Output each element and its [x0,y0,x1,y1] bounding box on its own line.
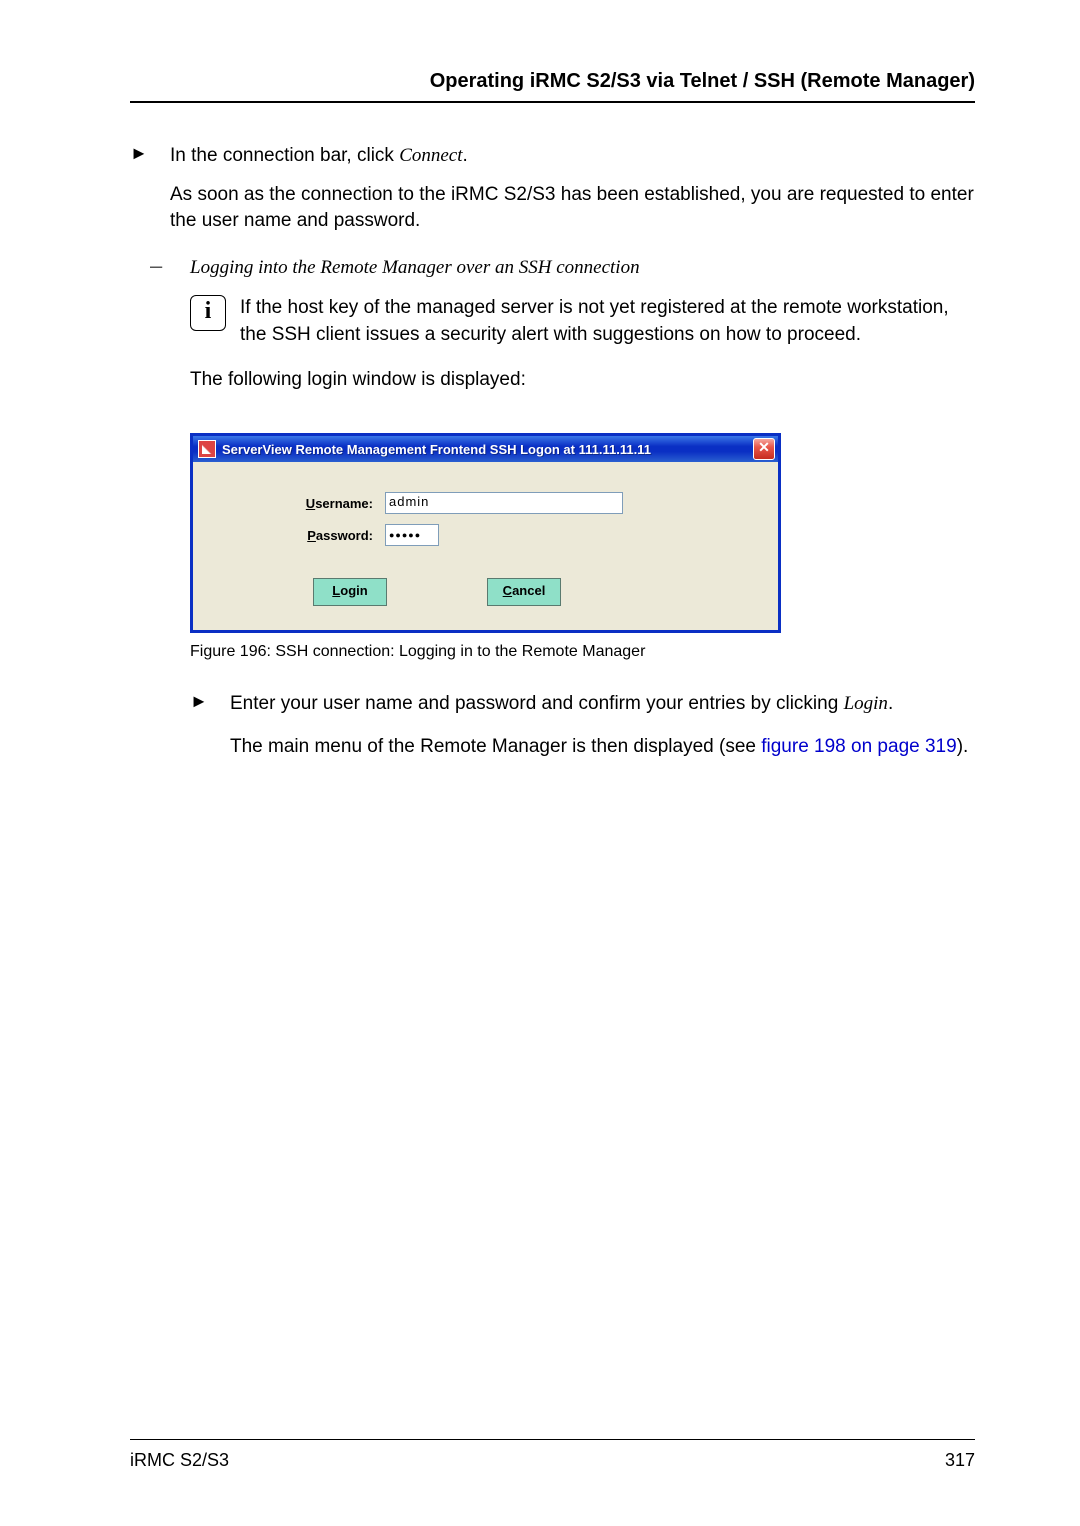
step-text: In the connection bar, click Connect. As… [170,143,975,235]
username-label: Username: [223,496,385,511]
password-label: Password: [223,528,385,543]
password-row: Password: ●●●●● [223,524,748,546]
step-text: Enter your user name and password and co… [230,691,975,760]
dialog-title-bar: ServerView Remote Management Frontend SS… [193,436,778,462]
cancel-button[interactable]: Cancel [487,578,561,606]
text: . [888,693,893,714]
figure-caption: Figure 196: SSH connection: Logging in t… [190,643,975,661]
figure-login-window: ServerView Remote Management Frontend SS… [190,433,975,661]
page-number: 317 [945,1450,975,1471]
app-icon [198,440,216,458]
subheading: Logging into the Remote Manager over an … [190,255,975,282]
text: In the connection bar, click [170,145,399,166]
step-enter-credentials: ► Enter your user name and password and … [190,691,975,760]
dialog-actions: Login Cancel [313,578,748,606]
dialog-body: Username: admin Password: ●●●●● Login Ca… [193,462,778,630]
paragraph: The following login window is displayed: [190,367,975,394]
connect-term: Connect [399,145,462,166]
text: Enter your user name and password and co… [230,693,844,714]
login-term: Login [844,693,888,714]
login-button[interactable]: Login [313,578,387,606]
info-icon: i [190,295,226,331]
text: ). [957,736,969,757]
info-text: If the host key of the managed server is… [240,295,975,348]
subsection: – Logging into the Remote Manager over a… [150,255,975,282]
dash-bullet-icon: – [150,255,190,282]
page-footer: iRMC S2/S3 317 [130,1439,975,1471]
triangle-bullet-icon: ► [190,691,230,760]
text: The main menu of the Remote Manager is t… [230,736,761,757]
figure-link[interactable]: figure 198 on page 319 [761,736,956,757]
triangle-bullet-icon: ► [130,143,170,235]
close-button[interactable]: ✕ [753,438,775,460]
ssh-login-dialog: ServerView Remote Management Frontend SS… [190,433,781,633]
password-input[interactable]: ●●●●● [385,524,439,546]
footer-left: iRMC S2/S3 [130,1450,229,1471]
document-page: Operating iRMC S2/S3 via Telnet / SSH (R… [0,0,1080,1526]
username-row: Username: admin [223,492,748,514]
step-connect: ► In the connection bar, click Connect. … [130,143,975,235]
dialog-title: ServerView Remote Management Frontend SS… [222,442,753,457]
paragraph: As soon as the connection to the iRMC S2… [170,184,974,232]
username-input[interactable]: admin [385,492,623,514]
page-header: Operating iRMC S2/S3 via Telnet / SSH (R… [130,70,975,103]
text: . [463,145,468,166]
info-note: i If the host key of the managed server … [190,295,975,348]
